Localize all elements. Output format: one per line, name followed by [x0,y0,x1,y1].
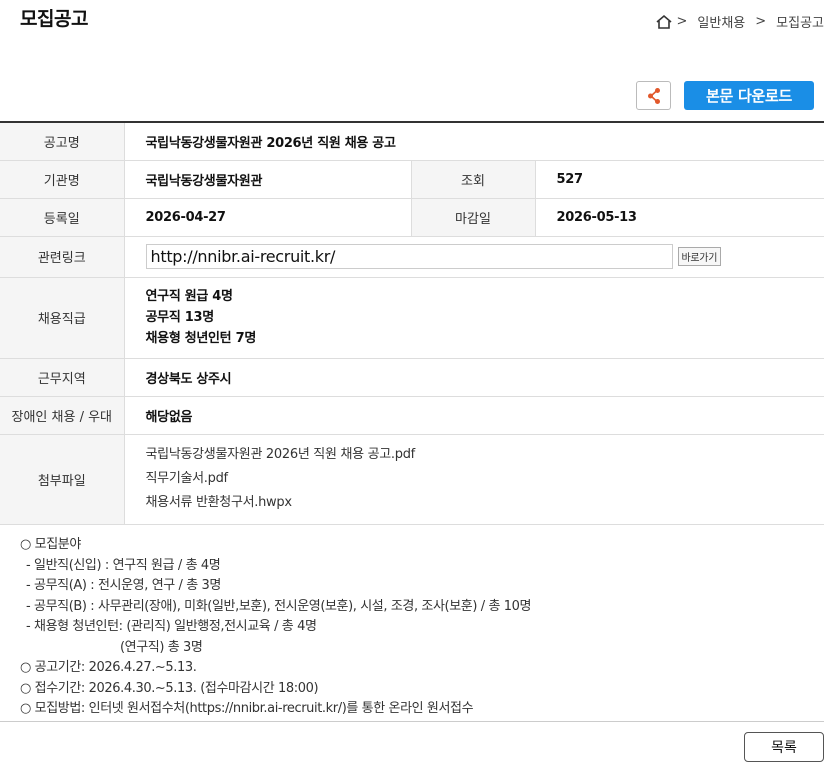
notice-line: ○ 공고기간: 2026.4.27.~5.13. [20,660,197,675]
views-value: 527 [535,160,824,199]
attachment-link[interactable]: 국립낙동강생물자원관 2026년 직원 채용 공고.pdf [146,443,824,467]
org-value: 국립낙동강생물자원관 [124,160,411,199]
attachment-link[interactable]: 채용서류 반환청구서.hwpx [146,491,824,515]
org-label: 기관명 [0,160,125,199]
position-item: 공무직 13명 [145,310,215,325]
reg-date-value: 2026-04-27 [124,198,411,237]
notice-body: ○ 모집분야 - 일반직(신입) : 연구직 원급 / 총 4명 - 공무직(A… [20,535,531,720]
disabled-label: 장애인 채용 / 우대 [0,396,125,435]
notice-line: ○ 모집방법: 인터넷 원서접수처(https://nnibr.ai-recru… [20,701,474,716]
download-body-button[interactable]: 본문 다운로드 [684,81,814,110]
notice-line: - 공무직(B) : 사무관리(장애), 미화(일반,보훈), 전시운영(보훈)… [26,598,532,614]
notice-line: ○ 모집분야 [20,537,81,552]
region-value: 경상북도 상주시 [124,358,824,397]
deadline-label: 마감일 [410,198,536,237]
breadcrumb-separator: > [755,14,767,29]
link-label: 관련링크 [0,236,125,278]
breadcrumb-general-hiring[interactable]: 일반채용 [697,12,745,31]
position-label: 채용직급 [0,277,125,359]
home-icon[interactable] [655,14,673,30]
position-item: 연구직 원급 4명 [145,289,233,304]
files-label: 첨부파일 [0,434,125,525]
notice-line: (연구직) 총 3명 [120,639,203,655]
notice-info-table: 공고명 국립낙동강생물자원관 2026년 직원 채용 공고 기관명 국립낙동강생… [0,121,824,525]
divider [0,721,824,722]
link-cell: http://nnibr.ai-recruit.kr/바로가기 [124,236,824,278]
list-button[interactable]: 목록 [744,732,824,762]
attachment-link[interactable]: 직무기술서.pdf [146,467,824,491]
notice-name-label: 공고명 [0,122,125,161]
reg-date-label: 등록일 [0,198,125,237]
notice-line: ○ 접수기간: 2026.4.30.~5.13. (접수마감시간 18:00) [20,680,319,696]
related-link-field[interactable]: http://nnibr.ai-recruit.kr/ [145,244,673,269]
page-title: 모집공고 [20,8,88,30]
disabled-value: 해당없음 [124,396,824,435]
deadline-value: 2026-05-13 [535,198,824,237]
region-label: 근무지역 [0,358,125,397]
share-icon [647,87,660,104]
position-item: 채용형 청년인턴 7명 [145,331,257,346]
breadcrumb-recruitment-notice[interactable]: 모집공고 [776,12,824,31]
goto-button[interactable]: 바로가기 [677,247,722,266]
breadcrumb-separator: > [676,14,688,29]
notice-line: - 채용형 청년인턴: (관리직) 일반행정,전시교육 / 총 4명 [26,619,317,634]
breadcrumb: > 일반채용 > 모집공고 [655,12,824,31]
share-button[interactable] [636,81,671,110]
notice-line: - 공무직(A) : 전시운영, 연구 / 총 3명 [26,578,221,593]
views-label: 조회 [410,160,536,199]
positions-cell: 연구직 원급 4명 공무직 13명 채용형 청년인턴 7명 [124,277,824,359]
files-cell: 국립낙동강생물자원관 2026년 직원 채용 공고.pdf 직무기술서.pdf … [124,434,824,525]
notice-name-value: 국립낙동강생물자원관 2026년 직원 채용 공고 [124,122,824,161]
notice-line: - 일반직(신입) : 연구직 원급 / 총 4명 [26,557,221,573]
